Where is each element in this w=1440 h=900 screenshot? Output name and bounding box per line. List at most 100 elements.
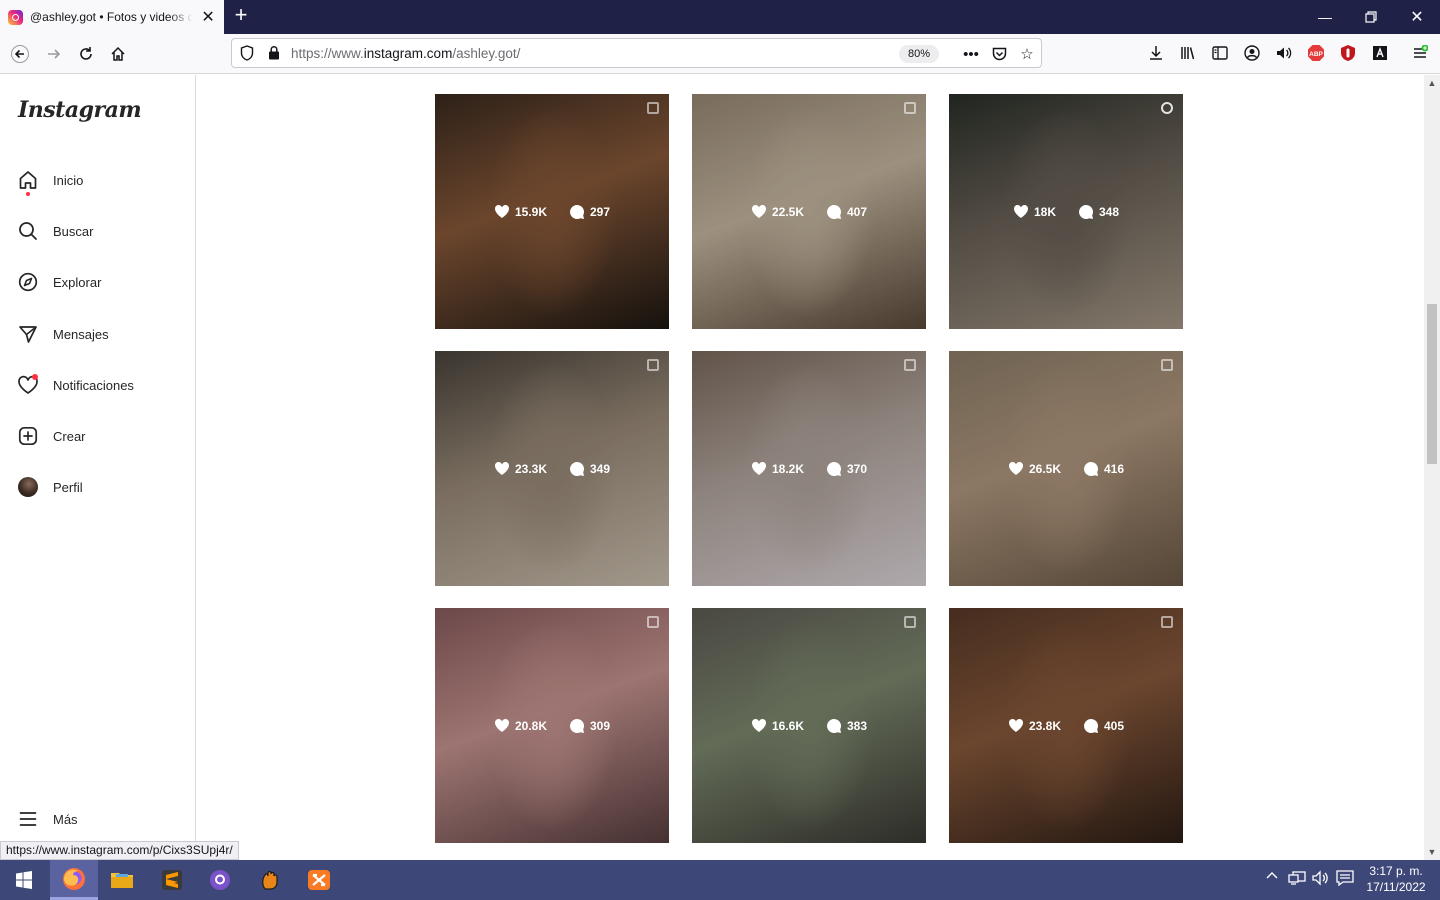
heart-filled-icon (1008, 718, 1023, 732)
firefox-icon (63, 867, 85, 890)
new-tab-button[interactable]: + (230, 4, 252, 28)
glove-icon (262, 870, 278, 890)
pocket-icon[interactable] (988, 43, 1010, 65)
restore-window-button[interactable] (1348, 0, 1394, 34)
comment-filled-icon (1084, 461, 1099, 476)
library-icon[interactable] (1177, 42, 1199, 64)
sublime-text-icon (162, 870, 182, 890)
likes-count: 26.5K (1008, 461, 1061, 476)
compass-icon (16, 270, 40, 294)
adblock-plus-icon[interactable]: ABP (1305, 42, 1327, 64)
post-tile[interactable]: 18K 348 (949, 94, 1183, 329)
comment-filled-icon (1079, 204, 1094, 219)
network-icon[interactable] (1288, 870, 1306, 889)
post-stats: 16.6K 383 (692, 608, 926, 843)
taskbar-firefox[interactable] (50, 860, 98, 900)
volume-icon[interactable] (1273, 42, 1295, 64)
app-menu-icon[interactable] (1409, 42, 1431, 64)
forward-button[interactable] (40, 40, 68, 68)
scroll-down-arrow-icon[interactable]: ▼ (1424, 844, 1440, 860)
post-tile[interactable]: 16.6K 383 (692, 608, 926, 843)
likes-value: 26.5K (1028, 461, 1061, 476)
sidebar-item-buscar[interactable]: Buscar (16, 211, 186, 251)
page-scrollbar[interactable]: ▲ ▼ (1424, 75, 1440, 860)
home-button[interactable] (104, 40, 132, 68)
likes-value: 22.5K (771, 204, 804, 219)
taskbar-github-desktop[interactable] (196, 860, 244, 900)
likes-count: 15.9K (494, 204, 547, 219)
speaker-icon[interactable] (1312, 870, 1330, 889)
likes-value: 23.3K (514, 461, 547, 476)
taskbar-sublime-text[interactable] (148, 860, 196, 900)
extension-icon[interactable] (1369, 42, 1391, 64)
url-bar[interactable]: https://www.instagram.com/ashley.got/ 80… (231, 38, 1042, 68)
sidebar-item-label: Perfil (53, 479, 83, 495)
bookmark-star-icon[interactable]: ☆ (1016, 43, 1038, 65)
scrollbar-thumb[interactable] (1427, 304, 1437, 464)
zoom-level-badge[interactable]: 80% (899, 45, 939, 63)
sidebar-item-inicio[interactable]: Inicio (16, 160, 186, 200)
folder-icon (111, 873, 133, 888)
sidebar-item-explorar[interactable]: Explorar (16, 262, 186, 302)
instagram-logo[interactable]: Instagram (18, 97, 142, 123)
lock-icon[interactable] (268, 45, 280, 63)
comments-count: 416 (1083, 461, 1124, 477)
comment-filled-icon (827, 461, 842, 476)
account-icon[interactable] (1241, 42, 1263, 64)
sidebar-item-crear[interactable]: Crear (16, 416, 186, 456)
post-stats: 20.8K 309 (435, 608, 669, 843)
sidebar-item-mas[interactable]: Más (16, 799, 186, 839)
tracking-protection-shield-icon[interactable] (240, 45, 254, 64)
page-actions-menu-icon[interactable]: ••• (960, 43, 982, 65)
tab-close-icon[interactable]: ✕ (200, 7, 216, 27)
sidebar-item-label: Buscar (53, 223, 94, 239)
likes-count: 22.5K (751, 204, 804, 219)
reload-button[interactable] (72, 40, 100, 68)
post-tile[interactable]: 26.5K 416 (949, 351, 1183, 586)
post-tile[interactable]: 20.8K 309 (435, 608, 669, 843)
instagram-sidebar: Instagram Inicio Buscar Explorar Mensaje… (0, 75, 196, 860)
post-stats: 23.8K 405 (949, 608, 1183, 843)
post-stats: 23.3K 349 (435, 351, 669, 586)
taskbar-clock[interactable]: 3:17 p. m. 17/11/2022 (1358, 863, 1434, 895)
close-window-button[interactable]: ✕ (1394, 0, 1440, 34)
heart-filled-icon (751, 718, 766, 732)
scroll-up-arrow-icon[interactable]: ▲ (1424, 75, 1440, 91)
taskbar-mitt-app[interactable] (246, 860, 294, 900)
sidebar-item-label: Notificaciones (53, 377, 134, 393)
likes-value: 20.8K (514, 718, 547, 733)
minimize-window-button[interactable]: — (1302, 0, 1348, 34)
sidebar-toggle-icon[interactable] (1209, 42, 1231, 64)
likes-count: 18K (1013, 204, 1056, 219)
notifications-center-icon[interactable] (1336, 870, 1354, 889)
url-text[interactable]: https://www.instagram.com/ashley.got/ (291, 46, 520, 61)
comments-value: 383 (847, 718, 868, 733)
browser-tab[interactable]: @ashley.got • Fotos y videos de Instagra… (0, 0, 224, 34)
sidebar-item-perfil[interactable]: Perfil (16, 467, 186, 507)
comments-count: 309 (569, 718, 610, 734)
ublock-icon[interactable] (1337, 42, 1359, 64)
comments-value: 297 (590, 204, 611, 219)
sidebar-item-notificaciones[interactable]: Notificaciones (16, 365, 186, 405)
post-tile[interactable]: 18.2K 370 (692, 351, 926, 586)
sidebar-item-label: Más (53, 811, 78, 827)
back-button[interactable] (6, 40, 34, 68)
likes-count: 20.8K (494, 718, 547, 733)
start-button[interactable] (0, 860, 48, 900)
xampp-icon (308, 870, 330, 890)
post-tile[interactable]: 23.8K 405 (949, 608, 1183, 843)
taskbar-xampp[interactable] (295, 860, 343, 900)
downloads-icon[interactable] (1145, 42, 1167, 64)
post-tile[interactable]: 15.9K 297 (435, 94, 669, 329)
home-icon (16, 168, 40, 196)
post-tile[interactable]: 22.5K 407 (692, 94, 926, 329)
github-icon (210, 870, 230, 890)
tray-overflow-chevron-icon[interactable] (1266, 870, 1278, 885)
likes-count: 18.2K (751, 461, 804, 476)
post-tile[interactable]: 23.3K 349 (435, 351, 669, 586)
comment-filled-icon (1084, 718, 1099, 733)
status-link-preview: https://www.instagram.com/p/Cixs3SUpj4r/ (0, 841, 239, 860)
taskbar-file-explorer[interactable] (98, 860, 146, 900)
sidebar-item-mensajes[interactable]: Mensajes (16, 314, 186, 354)
send-icon (16, 322, 40, 346)
